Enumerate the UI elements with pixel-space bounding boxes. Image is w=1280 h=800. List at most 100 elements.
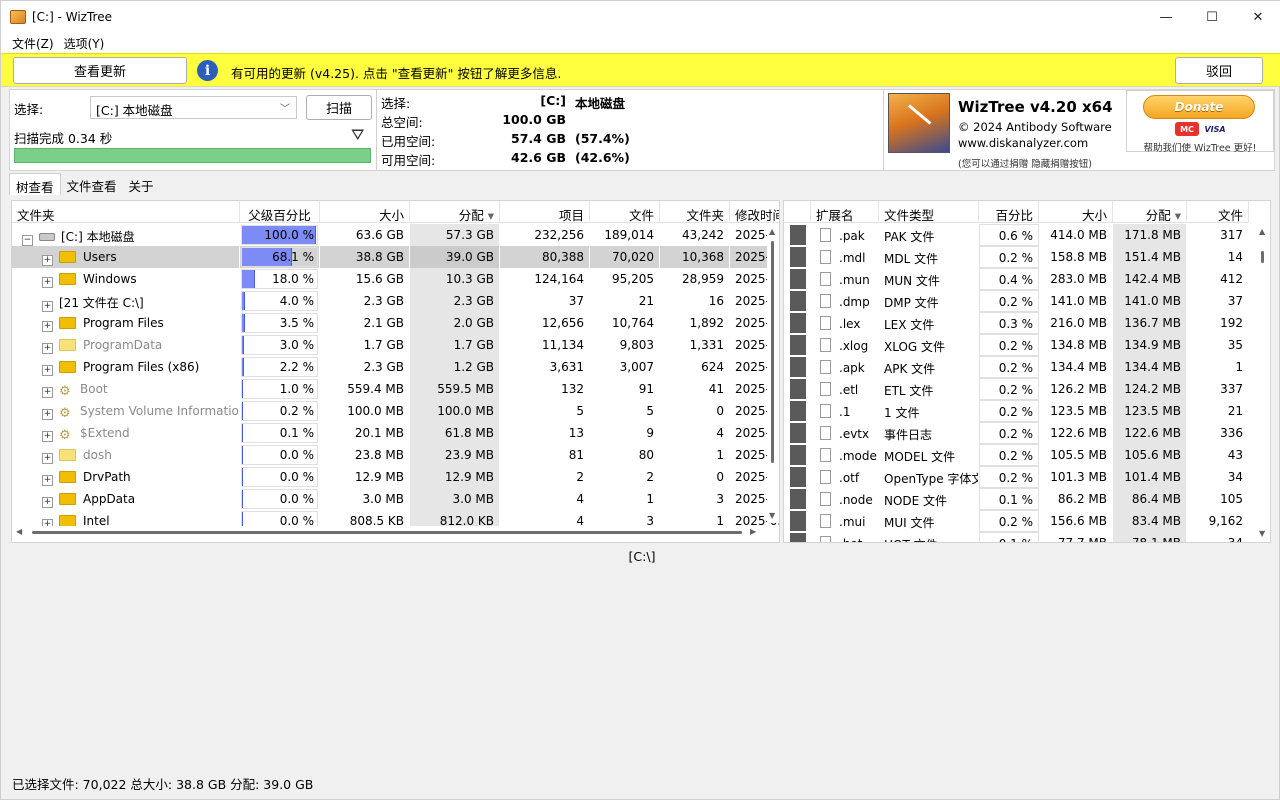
extension-vertical-thumb[interactable]	[1261, 251, 1264, 263]
tree-row[interactable]: + Windows 18.0 % 15.6 GB 10.3 GB 124,164 95,20…	[12, 268, 779, 290]
chevron-down-icon: ﹀	[280, 104, 290, 115]
parent-percent-cell: 0.0 %	[240, 488, 320, 510]
drive-select[interactable]: [C:] 本地磁盘 ﹀	[90, 96, 297, 119]
tree-folders-cell: 0	[660, 466, 730, 488]
percent-text: 0.0 %	[279, 470, 314, 484]
extension-column-header[interactable]: 扩展名	[811, 201, 879, 223]
expand-icon[interactable]: +	[42, 453, 53, 464]
minimize-button[interactable]: —	[1143, 1, 1189, 33]
expand-icon[interactable]: +	[42, 365, 53, 376]
extension-row[interactable]: .mui MUI 文件 0.2 % 156.6 MB 83.4 MB 9,162	[784, 510, 1249, 532]
percent-text: 18.0 %	[272, 272, 314, 286]
maximize-button[interactable]: ☐	[1189, 1, 1235, 33]
folder-icon	[59, 449, 76, 461]
extension-vertical-scrollbar[interactable]: ▲ ▼	[1257, 223, 1269, 542]
scroll-up-arrow-icon[interactable]: ▲	[769, 227, 775, 236]
used-space-value: 57.4 GB	[511, 131, 566, 146]
tree-vertical-scrollbar[interactable]: ▲ ▼	[767, 223, 779, 523]
menu-file[interactable]: 文件(Z)	[1, 35, 61, 52]
menu-options[interactable]: 选项(Y)	[61, 35, 112, 52]
tree-column-header[interactable]: 文件夹	[12, 201, 240, 223]
extension-row[interactable]: .mode MODEL 文件 0.2 % 105.5 MB 105.6 MB 43	[784, 444, 1249, 466]
collapse-icon[interactable]: −	[22, 235, 33, 246]
extension-column-header[interactable]: 大小	[1039, 201, 1113, 223]
expand-icon[interactable]: +	[42, 497, 53, 508]
expand-icon[interactable]: +	[42, 255, 53, 266]
check-update-button[interactable]: 查看更新	[13, 57, 187, 84]
extension-row[interactable]: .mun MUN 文件 0.4 % 283.0 MB 142.4 MB 412	[784, 268, 1249, 290]
extension-row[interactable]: .dmp DMP 文件 0.2 % 141.0 MB 141.0 MB 37	[784, 290, 1249, 312]
tree-row[interactable]: +AppData0.0 %3.0 MB3.0 MB4132025-03	[12, 488, 779, 510]
expand-icon[interactable]: +	[42, 321, 53, 332]
filter-icon[interactable]: ⛛	[351, 125, 364, 145]
expand-icon[interactable]: +	[42, 343, 53, 354]
tree-column-header[interactable]: 文件	[590, 201, 660, 223]
tree-row[interactable]: − [C:] 本地磁盘 100.0 % 63.6 GB 57.3 GB 232,256 18…	[12, 224, 779, 246]
extension-column-header[interactable]: 百分比	[979, 201, 1039, 223]
tree-row[interactable]: + Program Files 3.5 % 2.1 GB 2.0 GB 12,656 10,…	[12, 312, 779, 334]
expand-icon[interactable]: +	[42, 475, 53, 486]
expand-icon[interactable]: +	[42, 301, 53, 312]
tree-row[interactable]: + Users 68.1 % 38.8 GB 39.0 GB 80,388 70,020 10…	[12, 246, 779, 268]
tree-row[interactable]: + ProgramData 3.0 % 1.7 GB 1.7 GB 11,134 9,803…	[12, 334, 779, 356]
scroll-right-arrow-icon[interactable]: ▶	[750, 527, 756, 536]
tree-vertical-thumb[interactable]	[771, 241, 774, 463]
tree-size-cell: 2.3 GB	[320, 356, 410, 378]
dismiss-button[interactable]: 驳回	[1175, 57, 1263, 84]
extension-row[interactable]: .xlog XLOG 文件 0.2 % 134.8 MB 134.9 MB 35	[784, 334, 1249, 356]
tree-row[interactable]: + ⚙ System Volume Information 0.2 % 100.0 MB…	[12, 400, 779, 422]
scroll-down-arrow-icon[interactable]: ▼	[1259, 529, 1265, 538]
extension-alloc-cell: 101.4 MB	[1113, 466, 1187, 488]
extension-type-cell: APK 文件	[879, 356, 979, 378]
website-link[interactable]: www.diskanalyzer.com	[958, 136, 1088, 150]
extension-row[interactable]: .apk APK 文件 0.2 % 134.4 MB 134.4 MB 1	[784, 356, 1249, 378]
tree-item-name: DrvPath	[83, 470, 131, 484]
tree-horizontal-scrollbar[interactable]: ◀ ▶	[12, 526, 767, 538]
extension-row[interactable]: .pak PAK 文件 0.6 % 414.0 MB 171.8 MB 317	[784, 224, 1249, 246]
tab-about[interactable]: 关于	[123, 173, 160, 195]
percent-text: 2.2 %	[279, 360, 314, 374]
extension-row[interactable]: .evtx 事件日志 0.2 % 122.6 MB 122.6 MB 336	[784, 422, 1249, 444]
scroll-down-arrow-icon[interactable]: ▼	[769, 511, 775, 520]
close-button[interactable]: ✕	[1235, 1, 1280, 33]
tree-horizontal-thumb[interactable]	[32, 531, 742, 534]
percent-bar	[242, 314, 245, 332]
extension-column-header[interactable]: 分配 ▾	[1113, 201, 1187, 223]
tree-row[interactable]: +DrvPath0.0 %12.9 MB12.9 MB2202025-03	[12, 466, 779, 488]
tree-row[interactable]: + Program Files (x86) 2.2 % 2.3 GB 1.2 GB 3,6…	[12, 356, 779, 378]
tree-row[interactable]: +⚙Boot1.0 %559.4 MB559.5 MB13291412025-0…	[12, 378, 779, 400]
tree-column-header[interactable]: 分配 ▾	[410, 201, 500, 223]
free-space-percent: (42.6%)	[575, 150, 630, 165]
extension-row[interactable]: .hot HOT 文件0.1 %77.7 MB78.1 MB34	[784, 532, 1249, 542]
extension-row[interactable]: .mdl MDL 文件 0.2 % 158.8 MB 151.4 MB 14	[784, 246, 1249, 268]
tree-row[interactable]: +dosh0.0 %23.8 MB23.9 MB818012025-03	[12, 444, 779, 466]
tree-column-header[interactable]: 大小	[320, 201, 410, 223]
file-icon	[820, 316, 831, 330]
tree-row[interactable]: +⚙$Extend0.1 %20.1 MB61.8 MB13942025-04	[12, 422, 779, 444]
tab-tree-view[interactable]: 树查看	[9, 173, 61, 195]
tree-column-header[interactable]: 文件夹	[660, 201, 730, 223]
extension-row[interactable]: .1 1 文件 0.2 % 123.5 MB 123.5 MB 21	[784, 400, 1249, 422]
extension-column-header[interactable]: 文件类型	[879, 201, 979, 223]
tree-column-header[interactable]: 修改时间	[730, 201, 779, 223]
wiztree-logo[interactable]	[888, 93, 950, 153]
extension-files-cell: 337	[1187, 378, 1249, 400]
expand-icon[interactable]: +	[42, 409, 53, 420]
expand-icon[interactable]: +	[42, 277, 53, 288]
scroll-left-arrow-icon[interactable]: ◀	[16, 527, 22, 536]
tree-folders-cell: 4	[660, 422, 730, 444]
tree-row[interactable]: + [21 文件在 C:\] 4.0 % 2.3 GB 2.3 GB 37 21 16 2025…	[12, 290, 779, 312]
extension-row[interactable]: .otf OpenType 字体文 0.2 % 101.3 MB 101.4 MB 34	[784, 466, 1249, 488]
tab-file-view[interactable]: 文件查看	[61, 173, 123, 195]
expand-icon[interactable]: +	[42, 387, 53, 398]
extension-row[interactable]: .lex LEX 文件 0.3 % 216.0 MB 136.7 MB 192	[784, 312, 1249, 334]
tree-column-header[interactable]: 项目	[500, 201, 590, 223]
tree-column-header[interactable]: 父级百分比	[240, 201, 320, 223]
donate-button[interactable]: Donate	[1143, 95, 1255, 119]
expand-icon[interactable]: +	[42, 431, 53, 442]
extension-column-header[interactable]: 文件	[1187, 201, 1249, 223]
extension-row[interactable]: .node NODE 文件 0.1 % 86.2 MB 86.4 MB 105	[784, 488, 1249, 510]
scroll-up-arrow-icon[interactable]: ▲	[1259, 227, 1265, 236]
scan-button[interactable]: 扫描	[306, 95, 372, 120]
extension-row[interactable]: .etl ETL 文件 0.2 % 126.2 MB 124.2 MB 337	[784, 378, 1249, 400]
